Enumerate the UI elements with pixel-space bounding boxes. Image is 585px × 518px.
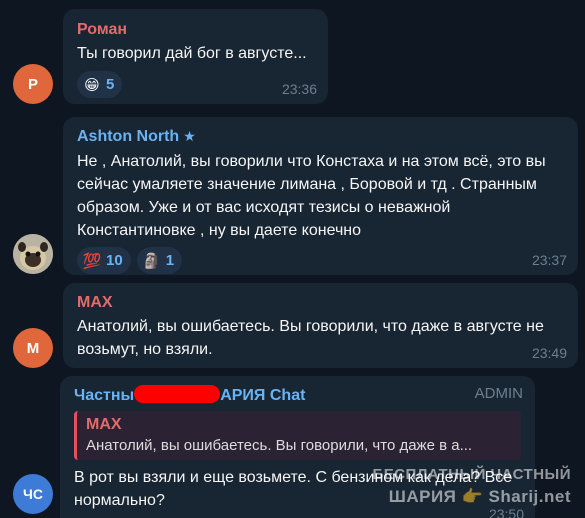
message-time: 23:37: [531, 252, 567, 268]
avatar[interactable]: [13, 234, 53, 274]
watermark-site: Sharij.net: [488, 487, 571, 506]
reaction-chip[interactable]: 😁 5: [77, 71, 123, 98]
reply-quote[interactable]: MAX Анатолий, вы ошибаетесь. Вы говорили…: [74, 411, 521, 460]
avatar[interactable]: ЧС: [13, 474, 53, 514]
message-bubble[interactable]: MAX Анатолий, вы ошибаетесь. Вы говорили…: [63, 283, 578, 368]
watermark: БЕСПЛАТНЫЙ ЧАСТНЫЙ ШАРИЯ 👉 Sharij.net: [372, 464, 571, 508]
message-time: 23:49: [531, 345, 567, 361]
message-roman[interactable]: Р Роман Ты говорил дай бог в августе... …: [0, 0, 585, 106]
reaction-count: 1: [165, 252, 175, 269]
reply-text: Анатолий, вы ошибаетесь. Вы говорили, чт…: [86, 437, 473, 454]
message-bubble[interactable]: Ashton North ★ Не , Анатолий, вы говорили…: [63, 117, 578, 275]
message-ashton-north[interactable]: Ashton North ★ Не , Анатолий, вы говорили…: [0, 112, 585, 277]
sender-name[interactable]: Роман: [77, 19, 316, 41]
redaction-mark: [134, 385, 221, 403]
message-text: Не , Анатолий, вы говорили что Констаха …: [77, 153, 546, 239]
pointing-hand-icon: 👉: [461, 487, 484, 506]
reaction-count: 5: [106, 76, 115, 93]
sender-name[interactable]: Ashton North: [77, 128, 179, 145]
sender-name-suffix: АРИЯ Chat: [220, 387, 306, 404]
reaction-count: 10: [106, 252, 123, 269]
hundred-points-icon: 💯: [82, 252, 102, 270]
watermark-brand: ШАРИЯ: [388, 487, 457, 506]
avatar-initials: ЧС: [23, 486, 43, 502]
avatar-initials: M: [26, 339, 40, 357]
sender-name-prefix: Частны: [74, 387, 135, 404]
reactions: 😁 5: [77, 71, 316, 98]
grinning-face-icon: 😁: [84, 76, 100, 94]
message-max[interactable]: M MAX Анатолий, вы ошибаетесь. Вы говори…: [0, 283, 585, 369]
avatar[interactable]: M: [13, 328, 53, 368]
reply-sender-name: MAX: [86, 416, 122, 433]
admin-badge: ADMIN: [474, 385, 523, 402]
avatar-initials: Р: [27, 75, 38, 93]
message-text: Ты говорил дай бог в августе...: [77, 45, 307, 62]
watermark-line1: БЕСПЛАТНЫЙ ЧАСТНЫЙ: [372, 466, 571, 483]
message-bubble[interactable]: Роман Ты говорил дай бог в августе... 😁 …: [63, 9, 328, 104]
moai-icon: 🗿: [142, 252, 162, 270]
reaction-chip[interactable]: 🗿 1: [136, 247, 183, 274]
message-text: Анатолий, вы ошибаетесь. Вы говорили, чт…: [77, 318, 544, 358]
avatar[interactable]: Р: [13, 64, 53, 104]
sender-row: Ashton North ★: [77, 125, 566, 148]
dog-photo-icon: [13, 234, 53, 274]
star-icon: ★: [183, 128, 196, 144]
sender-name[interactable]: Частны АРИЯ Chat: [74, 385, 523, 407]
watermark-line2: ШАРИЯ 👉 Sharij.net: [372, 486, 571, 508]
reaction-chip[interactable]: 💯 10: [77, 247, 131, 274]
reactions: 💯 10 🗿 1: [77, 247, 566, 274]
message-time: 23:36: [281, 81, 317, 97]
sender-name[interactable]: MAX: [77, 292, 566, 314]
